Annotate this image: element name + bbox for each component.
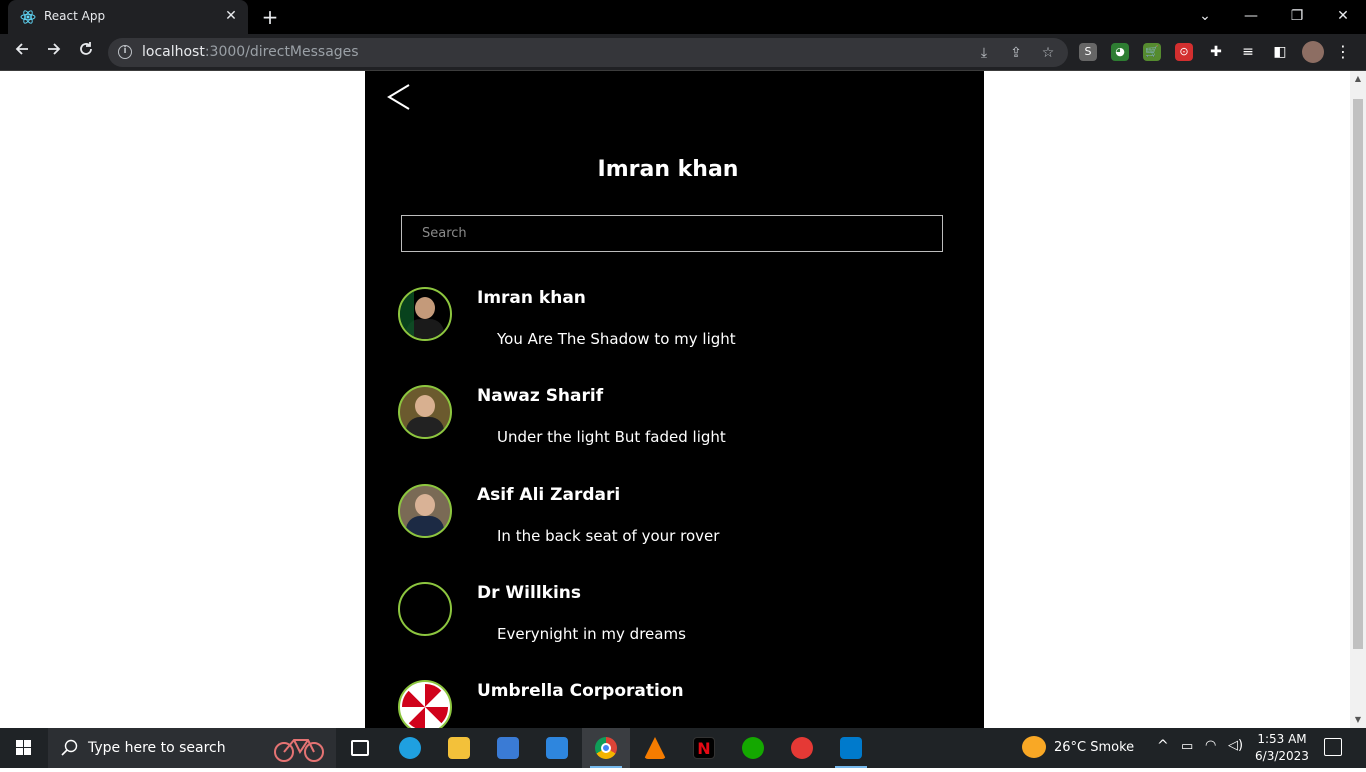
puzzle-extensions-icon[interactable]: ✚	[1207, 43, 1225, 61]
cart-extension-icon[interactable]: 🛒	[1143, 43, 1161, 61]
contact-item[interactable]: Imran khan You Are The Shadow to my ligh…	[398, 287, 958, 367]
chevron-left-icon	[387, 84, 410, 110]
browser-titlebar: React App ✕ + ⌄ — ❐ ✕	[0, 0, 1366, 34]
contact-name: Imran khan	[477, 288, 586, 308]
extension-icon[interactable]: ⊙	[1175, 43, 1193, 61]
contact-name: Dr Willkins	[477, 583, 582, 603]
skype-extension-icon[interactable]: S	[1079, 43, 1097, 61]
contact-item[interactable]: Nawaz Sharif Under the light But faded l…	[398, 385, 958, 465]
close-window-button[interactable]: ✕	[1320, 0, 1366, 34]
wifi-icon[interactable]: ◠	[1205, 738, 1216, 753]
taskbar-search-text: Type here to search	[88, 740, 226, 756]
vscode-icon[interactable]	[827, 728, 875, 768]
search-icon	[61, 739, 78, 756]
contact-name: Nawaz Sharif	[477, 386, 604, 406]
avatar	[398, 484, 452, 538]
site-info-icon[interactable]: i	[118, 45, 132, 59]
page-scrollbar[interactable]: ▲ ▼	[1350, 71, 1366, 728]
contact-last-message: Under the light But faded light	[497, 428, 726, 446]
bookmark-star-icon[interactable]: ☆	[1038, 43, 1058, 63]
contact-item[interactable]: Umbrella Corporation	[398, 680, 958, 728]
tab-search-icon[interactable]: ⌄	[1182, 0, 1228, 34]
address-bar[interactable]: i localhost:3000/directMessages ⤓ ⇪ ☆	[108, 38, 1068, 67]
mail-icon[interactable]	[533, 728, 581, 768]
avatar	[398, 287, 452, 341]
weather-icon[interactable]	[1022, 736, 1046, 758]
react-icon	[20, 10, 36, 24]
new-tab-button[interactable]: +	[258, 5, 282, 29]
chevron-up-icon[interactable]: ^	[1157, 738, 1169, 754]
forward-arrow-icon[interactable]	[41, 39, 67, 65]
browser-toolbar: i localhost:3000/directMessages ⤓ ⇪ ☆ S …	[0, 34, 1366, 71]
avatar	[398, 385, 452, 439]
contact-name: Umbrella Corporation	[477, 681, 684, 701]
menu-kebab-icon[interactable]: ⋮	[1334, 43, 1352, 61]
windows-logo-icon	[16, 740, 31, 755]
scroll-up-icon[interactable]: ▲	[1354, 75, 1362, 83]
scroll-thumb[interactable]	[1353, 99, 1363, 649]
scroll-down-icon[interactable]: ▼	[1354, 716, 1362, 724]
restore-button[interactable]: ❐	[1274, 0, 1320, 34]
bicycle-icon	[274, 739, 324, 762]
weather-text[interactable]: 26°C Smoke	[1054, 740, 1134, 755]
extension-icon[interactable]: ◕	[1111, 43, 1129, 61]
netflix-icon[interactable]: N	[680, 728, 728, 768]
tab-title: React App	[44, 9, 106, 23]
reload-icon[interactable]	[73, 39, 99, 65]
share-icon[interactable]: ⇪	[1006, 43, 1026, 63]
direct-messages-panel: Imran khan Imran khan You Are The Shadow…	[365, 71, 984, 728]
contact-item[interactable]: Dr Willkins Everynight in my dreams	[398, 582, 958, 662]
vlc-icon[interactable]	[631, 728, 679, 768]
page-title: Imran khan	[597, 157, 739, 182]
tab-close-icon[interactable]: ✕	[222, 7, 240, 25]
minimize-button[interactable]: —	[1228, 0, 1274, 34]
media-control-icon[interactable]: ≡	[1239, 43, 1257, 61]
page-viewport: Imran khan Imran khan You Are The Shadow…	[0, 71, 1350, 728]
back-button[interactable]	[375, 74, 423, 120]
volume-icon[interactable]: ◁)	[1228, 738, 1243, 753]
contact-last-message: You Are The Shadow to my light	[497, 330, 736, 348]
windows-taskbar: Type here to search N 26°C Smoke ^ ▭ ◠ ◁…	[0, 728, 1366, 768]
url-text: localhost:3000/directMessages	[142, 44, 359, 60]
avatar	[398, 582, 452, 636]
side-panel-icon[interactable]: ◧	[1271, 43, 1289, 61]
battery-icon[interactable]: ▭	[1181, 739, 1193, 754]
edge-icon[interactable]	[386, 728, 434, 768]
contact-last-message: Everynight in my dreams	[497, 625, 686, 643]
search-input[interactable]	[401, 215, 943, 252]
media-player-icon[interactable]	[778, 728, 826, 768]
store-icon[interactable]	[484, 728, 532, 768]
taskbar-clock[interactable]: 1:53 AM 6/3/2023	[1252, 731, 1312, 765]
notifications-icon[interactable]	[1324, 738, 1342, 756]
start-button[interactable]	[0, 728, 48, 768]
taskbar-search-box[interactable]: Type here to search	[48, 728, 336, 768]
back-arrow-icon[interactable]	[9, 39, 35, 65]
task-view-icon[interactable]	[336, 728, 384, 768]
browser-tab[interactable]: React App ✕	[8, 0, 248, 34]
chrome-icon[interactable]	[582, 728, 630, 768]
umbrella-logo-icon	[398, 680, 452, 728]
contact-last-message: In the back seat of your rover	[497, 527, 720, 545]
upwork-icon[interactable]	[729, 728, 777, 768]
contact-item[interactable]: Asif Ali Zardari In the back seat of you…	[398, 484, 958, 564]
install-icon[interactable]: ⤓	[974, 43, 994, 63]
file-explorer-icon[interactable]	[435, 728, 483, 768]
profile-avatar[interactable]	[1302, 41, 1324, 63]
contact-name: Asif Ali Zardari	[477, 485, 621, 505]
